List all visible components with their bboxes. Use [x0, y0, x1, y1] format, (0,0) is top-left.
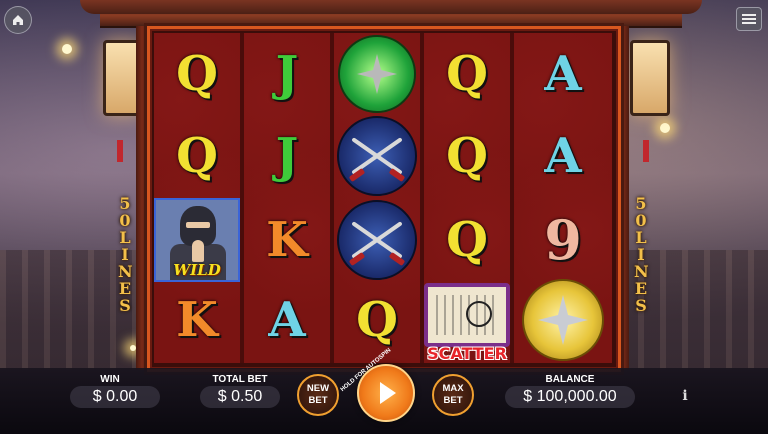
- reel-4: Q Q Q SCATTER: [424, 33, 510, 363]
- symbol-9: 9: [544, 208, 582, 272]
- menu-button[interactable]: [736, 7, 762, 31]
- crossed-swords-icon: [337, 200, 417, 280]
- new-bet-button[interactable]: NEW BET: [297, 374, 339, 416]
- symbol-a: A: [544, 46, 582, 102]
- tassel-right: [643, 140, 649, 162]
- symbol-q: Q: [356, 292, 398, 348]
- hamburger-menu-icon: [742, 14, 756, 24]
- shuriken-star: [357, 54, 397, 94]
- home-icon: [13, 15, 23, 25]
- symbol-crossed-swords: [334, 199, 420, 281]
- gold-shuriken-icon: [522, 279, 604, 361]
- new-bet-label: NEW BET: [306, 383, 330, 406]
- symbol-crossed-swords: [334, 115, 420, 197]
- lantern-right: [630, 40, 670, 116]
- symbol-k: K: [176, 292, 218, 348]
- symbol-q: Q: [176, 46, 218, 102]
- sparkle-effect: [62, 44, 72, 54]
- ninja-eyes: [186, 222, 210, 228]
- symbol-wild: WILD: [154, 198, 240, 282]
- tassel-left: [117, 140, 123, 162]
- sparkle-effect: [660, 123, 670, 133]
- scatter-label: SCATTER: [427, 344, 507, 363]
- reel-2: J J K A: [244, 33, 330, 363]
- balance-value: $ 100,000.00: [505, 386, 635, 408]
- symbol-green-shuriken: [334, 33, 420, 115]
- total-bet-label: TOTAL BET: [212, 374, 268, 385]
- control-bar: WIN $ 0.00 TOTAL BET $ 0.50 NEW BET HOLD…: [0, 347, 768, 434]
- symbol-scatter: SCATTER: [424, 279, 510, 363]
- symbol-q: Q: [446, 128, 488, 184]
- symbol-q: Q: [446, 46, 488, 102]
- ninja-hands: [192, 240, 204, 262]
- wild-label: WILD: [173, 261, 221, 279]
- symbol-q: Q: [446, 212, 488, 268]
- paylines-label-left: 50 LINES: [118, 194, 133, 315]
- symbol-a: A: [268, 292, 306, 348]
- reel-grid: Q Q WILD K J J K A Q Q Q Q SCATTER A A 9: [147, 26, 621, 372]
- paylines-label-right: 50 LINES: [634, 194, 649, 315]
- max-bet-label: MAX BET: [442, 383, 464, 406]
- symbol-q: Q: [176, 128, 218, 184]
- reel-1: Q Q WILD K: [154, 33, 240, 363]
- symbol-a: A: [544, 128, 582, 184]
- machine-roof: [80, 0, 702, 28]
- max-bet-button[interactable]: MAX BET: [432, 374, 474, 416]
- green-shuriken-icon: [338, 35, 416, 113]
- symbol-k: K: [266, 212, 308, 268]
- reel-5: A A 9: [514, 33, 612, 363]
- symbol-gold-shuriken: [514, 279, 612, 361]
- scroll-emblem: [466, 301, 492, 327]
- symbol-j: J: [275, 128, 299, 184]
- wild-ninja: WILD: [154, 198, 240, 282]
- reel-3: Q: [334, 33, 420, 363]
- scatter-scroll-icon: SCATTER: [424, 283, 510, 363]
- symbol-j: J: [275, 46, 299, 102]
- shuriken-star: [538, 295, 588, 345]
- crossed-swords-icon: [337, 116, 417, 196]
- total-bet-value: $ 0.50: [200, 386, 280, 408]
- home-button[interactable]: [4, 6, 32, 34]
- play-icon: [380, 382, 396, 404]
- info-button[interactable]: i: [678, 388, 692, 404]
- win-value: $ 0.00: [70, 386, 160, 408]
- spin-button[interactable]: HOLD FOR AUTOSPIN: [340, 347, 415, 422]
- win-label: WIN: [100, 374, 120, 385]
- balance-label: BALANCE: [545, 374, 595, 385]
- roof-trim: [80, 0, 702, 14]
